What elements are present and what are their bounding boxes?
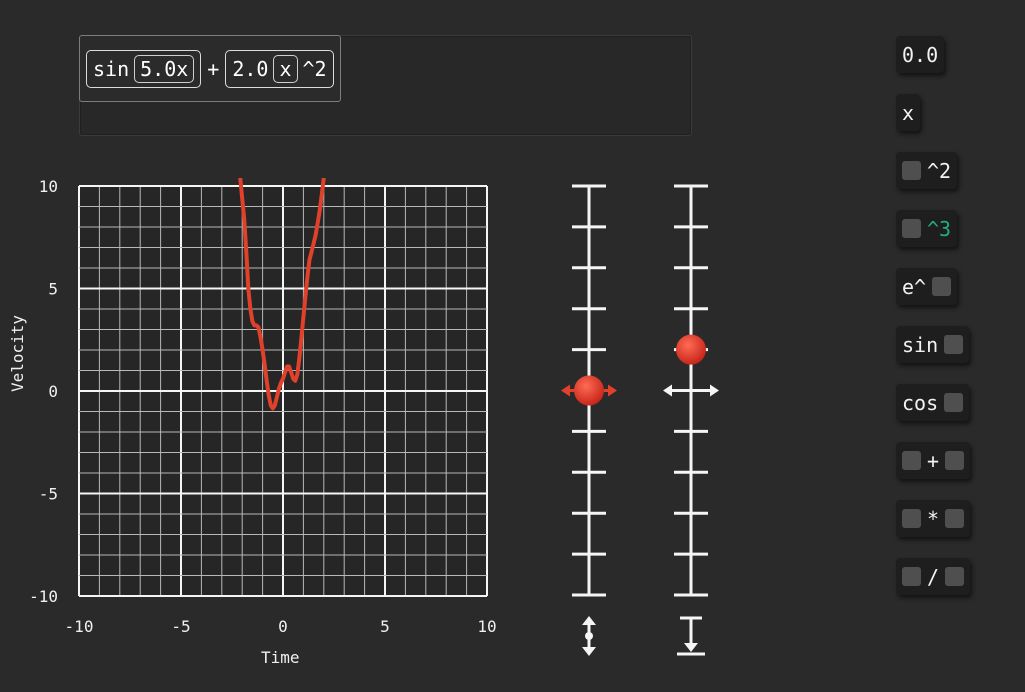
right-slider[interactable] xyxy=(663,184,719,656)
cos-button[interactable]: cos xyxy=(896,384,970,421)
x-axis-label: Time xyxy=(261,648,300,667)
input-slot xyxy=(945,509,965,528)
input-slot xyxy=(945,451,965,470)
y-tick-label: 10 xyxy=(39,177,58,196)
exp-label: e^ xyxy=(902,274,927,299)
multiply-button[interactable]: * xyxy=(896,500,971,537)
arrow-down-icon xyxy=(582,647,596,656)
arrow-right-icon xyxy=(608,384,617,397)
exp-button[interactable]: e^ xyxy=(896,268,958,305)
input-slot xyxy=(944,393,964,412)
x-tick-label: 5 xyxy=(380,617,390,636)
constant-label: 0.0 xyxy=(902,42,939,67)
variable-label: x xyxy=(902,100,915,125)
input-slot xyxy=(944,335,964,354)
y-axis-label: Velocity xyxy=(8,314,27,392)
divide-label: / xyxy=(927,564,940,589)
velocity-time-chart: -10 -5 0 5 10 10 5 0 -5 -10 xyxy=(29,177,497,636)
input-slot xyxy=(902,161,921,180)
arrow-down-icon xyxy=(684,643,698,652)
multiply-label: * xyxy=(927,506,940,531)
arrow-left-icon xyxy=(663,384,672,397)
constant-button[interactable]: 0.0 xyxy=(896,36,945,73)
slider-handle[interactable] xyxy=(676,334,706,365)
input-slot xyxy=(902,219,921,238)
sin-button[interactable]: sin xyxy=(896,326,970,363)
square-label: ^2 xyxy=(927,158,952,183)
input-slot xyxy=(902,451,921,470)
add-button[interactable]: + xyxy=(896,442,971,479)
arrow-up-icon xyxy=(582,616,596,625)
arrow-right-icon xyxy=(710,384,719,397)
divide-button[interactable]: / xyxy=(896,558,971,595)
x-tick-label: 0 xyxy=(278,617,288,636)
sliders-area[interactable] xyxy=(540,170,740,670)
x-tick-label: 10 xyxy=(477,617,496,636)
add-label: + xyxy=(927,448,940,473)
x-tick-label: -5 xyxy=(171,617,190,636)
arrow-left-icon xyxy=(561,384,570,397)
slider-handle[interactable] xyxy=(574,375,604,406)
center-dot-icon xyxy=(585,632,593,640)
input-slot xyxy=(932,277,952,296)
sin-button-label: sin xyxy=(902,332,939,357)
square-button[interactable]: ^2 xyxy=(896,152,958,189)
input-slot xyxy=(902,509,921,528)
input-slot xyxy=(945,567,965,586)
chart-grid xyxy=(78,185,488,597)
x-tick-label: -10 xyxy=(65,617,94,636)
y-tick-label: -5 xyxy=(39,485,58,504)
cube-label: ^3 xyxy=(927,216,952,241)
y-tick-label: -10 xyxy=(29,587,58,606)
input-slot xyxy=(902,567,921,586)
variable-x-button[interactable]: x xyxy=(896,94,921,131)
cube-button[interactable]: ^3 xyxy=(896,210,958,247)
y-tick-label: 5 xyxy=(48,280,58,299)
y-tick-label: 0 xyxy=(48,382,58,401)
cos-button-label: cos xyxy=(902,390,939,415)
left-slider[interactable] xyxy=(561,184,617,656)
